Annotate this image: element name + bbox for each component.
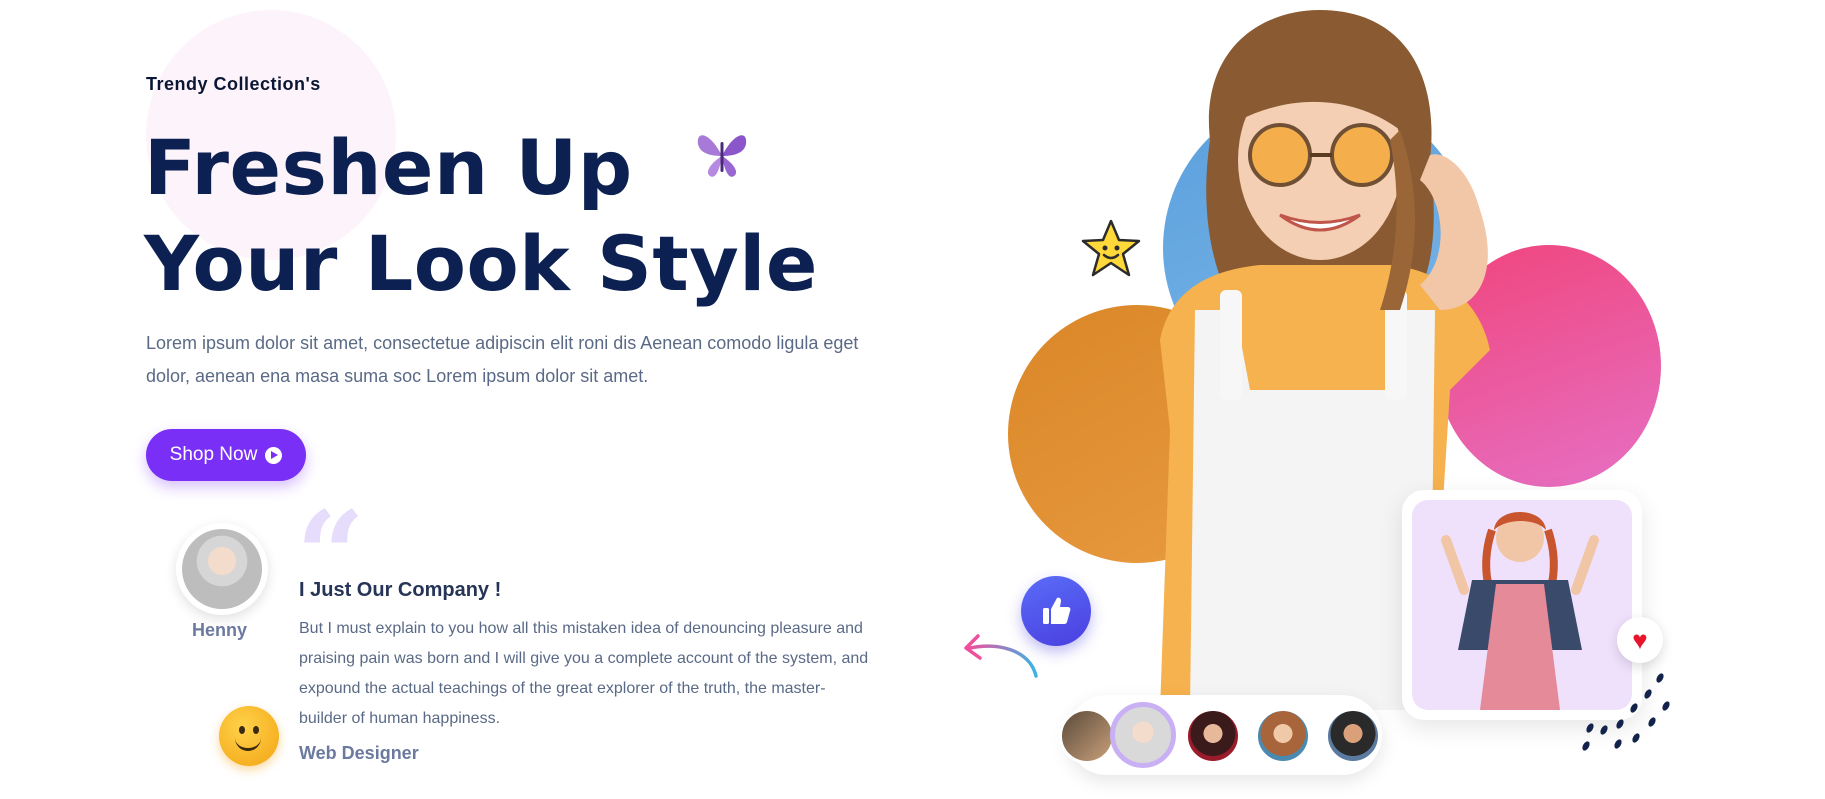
- hero-eyebrow: Trendy Collection's: [146, 74, 321, 94]
- shop-now-label: Shop Now: [169, 444, 258, 465]
- carousel-avatar-active[interactable]: [1110, 702, 1176, 768]
- play-circle-icon: [265, 446, 283, 464]
- heart-icon: ♥: [1632, 624, 1648, 655]
- thumbs-up-icon: [1043, 597, 1071, 624]
- butterfly-icon: [697, 135, 747, 177]
- carousel-avatar[interactable]: [1325, 708, 1381, 764]
- testimonial-name: Henny: [192, 620, 248, 640]
- carousel-avatar[interactable]: [1255, 708, 1311, 764]
- hero-title-line2: Your Look Style: [144, 219, 818, 308]
- testimonial-text: But I must explain to you how all this m…: [299, 620, 869, 727]
- avatar-carousel[interactable]: [1059, 695, 1382, 775]
- decorative-dots: [1582, 673, 1670, 751]
- testimonial-role: Web Designer: [299, 743, 419, 763]
- testimonial-title: I Just Our Company !: [299, 579, 502, 601]
- carousel-avatar[interactable]: [1059, 708, 1115, 764]
- testimonial-avatar: [176, 523, 268, 615]
- smiley-icon: [219, 706, 279, 766]
- hero-description: Lorem ipsum dolor sit amet, consectetue …: [146, 333, 859, 386]
- curved-arrow-icon: [964, 634, 1038, 678]
- carousel-avatar[interactable]: [1185, 708, 1241, 764]
- shop-now-button[interactable]: Shop Now: [146, 429, 306, 481]
- heart-button[interactable]: ♥: [1617, 617, 1663, 663]
